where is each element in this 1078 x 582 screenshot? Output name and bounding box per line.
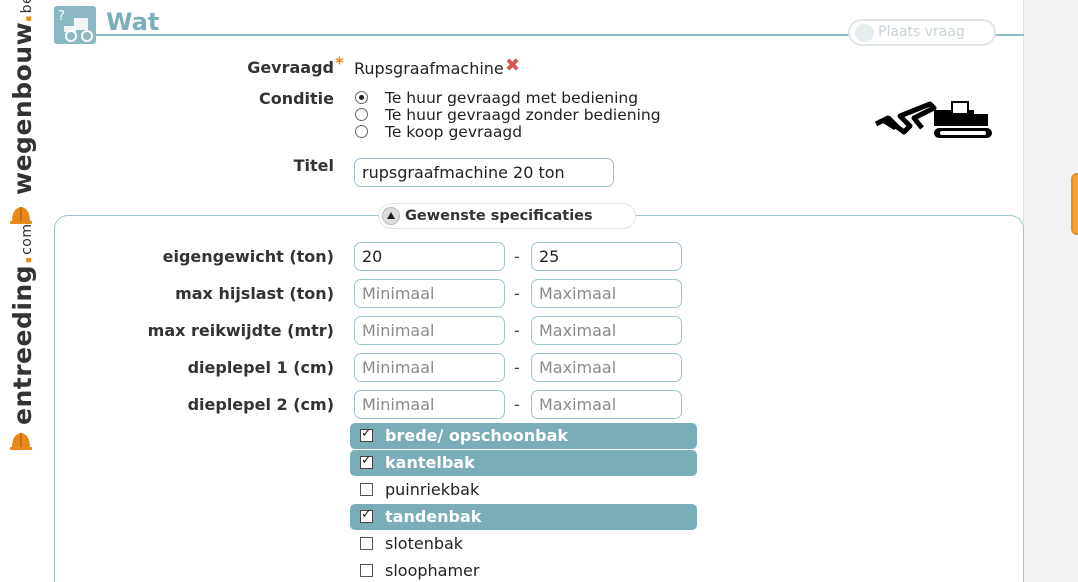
option-label: sloophamer	[385, 561, 480, 580]
checkbox[interactable]	[360, 507, 373, 523]
specifications-toggle[interactable]: Gewenste specificaties	[378, 203, 636, 229]
section-title: Wat	[106, 8, 160, 36]
spec-min-input[interactable]	[354, 390, 505, 419]
option-slotenbak[interactable]: slotenbak	[350, 531, 697, 557]
titel-input[interactable]	[354, 158, 614, 187]
option-brede-opschoonbak[interactable]: brede/ opschoonbak	[350, 423, 697, 449]
required-marker: *	[335, 54, 344, 74]
spec-row-hijslast: max hijslast (ton) -	[100, 279, 700, 309]
spec-max-input[interactable]	[531, 353, 682, 382]
spec-max-input[interactable]	[531, 390, 682, 419]
radio-label: Te huur gevraagd zonder bediening	[385, 106, 661, 124]
option-puinriekbak[interactable]: puinriekbak	[350, 477, 697, 503]
radio-button[interactable]	[355, 91, 368, 104]
brand-dot: .	[8, 254, 37, 265]
helmet-icon	[10, 433, 32, 450]
spec-label: max hijslast (ton)	[175, 284, 334, 303]
spec-min-input[interactable]	[354, 353, 505, 382]
brand-name: wegenbouw	[8, 23, 37, 195]
spec-label: max reikwijdte (mtr)	[147, 321, 334, 340]
radio-button[interactable]	[355, 125, 368, 138]
spec-label: dieplepel 1 (cm)	[187, 358, 334, 377]
brand-logo-wegenbouw[interactable]: wegenbouw.be	[8, 0, 37, 195]
checkbox[interactable]	[360, 564, 373, 577]
spec-label: eigengewicht (ton)	[162, 247, 334, 266]
option-sloophamer[interactable]: sloophamer	[350, 558, 697, 582]
side-feedback-tab[interactable]	[1071, 173, 1078, 235]
spec-row-reikwijdte: max reikwijdte (mtr) -	[100, 316, 700, 346]
brand-tld: com	[19, 223, 35, 255]
option-kantelbak[interactable]: kantelbak	[350, 450, 697, 476]
brand-logo-entreeding[interactable]: entreeding.com	[8, 223, 37, 425]
brand-dot: .	[8, 13, 37, 24]
spec-min-input[interactable]	[354, 316, 505, 345]
svg-text:?: ?	[58, 9, 65, 24]
remove-icon[interactable]: ✖	[505, 55, 520, 76]
range-dash: -	[514, 247, 520, 266]
range-dash: -	[514, 321, 520, 340]
option-label: kantelbak	[385, 453, 475, 472]
option-label: slotenbak	[385, 534, 464, 553]
ask-question-label: Plaats vraag	[878, 24, 965, 40]
collapse-arrow-icon[interactable]	[382, 207, 400, 225]
checkbox[interactable]	[360, 426, 373, 442]
radio-label: Te huur gevraagd met bediening	[385, 89, 639, 107]
titel-label: Titel	[293, 156, 334, 175]
range-dash: -	[514, 284, 520, 303]
spec-min-input[interactable]	[354, 279, 505, 308]
brand-name: entreeding	[8, 264, 37, 425]
excavator-icon	[874, 101, 992, 138]
right-margin	[1024, 0, 1078, 582]
option-label: tandenbak	[385, 507, 482, 526]
brand-tld: be	[19, 0, 35, 14]
specifications-title: Gewenste specificaties	[405, 208, 593, 224]
gevraagd-value: Rupsgraafmachine	[354, 59, 504, 78]
spec-min-input[interactable]	[354, 242, 505, 271]
gevraagd-label: Gevraagd	[247, 58, 334, 77]
brand-strip: wegenbouw.be entreeding.com	[0, 0, 42, 582]
ask-question-button[interactable]: Plaats vraag	[848, 19, 996, 46]
spec-row-dieplepel-1: dieplepel 1 (cm) -	[100, 353, 700, 383]
help-loader-icon: ?	[54, 6, 96, 44]
checkbox[interactable]	[360, 537, 373, 550]
range-dash: -	[514, 395, 520, 414]
chat-bubble-icon	[855, 24, 874, 42]
option-label: puinriekbak	[385, 480, 480, 499]
conditie-label: Conditie	[258, 89, 334, 108]
spec-row-eigengewicht: eigengewicht (ton) -	[100, 242, 700, 272]
option-tandenbak[interactable]: tandenbak	[350, 504, 697, 530]
option-label: brede/ opschoonbak	[385, 426, 569, 445]
range-dash: -	[514, 358, 520, 377]
spec-max-input[interactable]	[531, 279, 682, 308]
spec-row-dieplepel-2: dieplepel 2 (cm) -	[100, 390, 700, 420]
checkbox[interactable]	[360, 483, 373, 496]
spec-max-input[interactable]	[531, 316, 682, 345]
radio-button[interactable]	[355, 108, 368, 121]
spec-label: dieplepel 2 (cm)	[187, 395, 334, 414]
checkbox[interactable]	[360, 453, 373, 469]
radio-label: Te koop gevraagd	[385, 123, 523, 141]
spec-max-input[interactable]	[531, 242, 682, 271]
